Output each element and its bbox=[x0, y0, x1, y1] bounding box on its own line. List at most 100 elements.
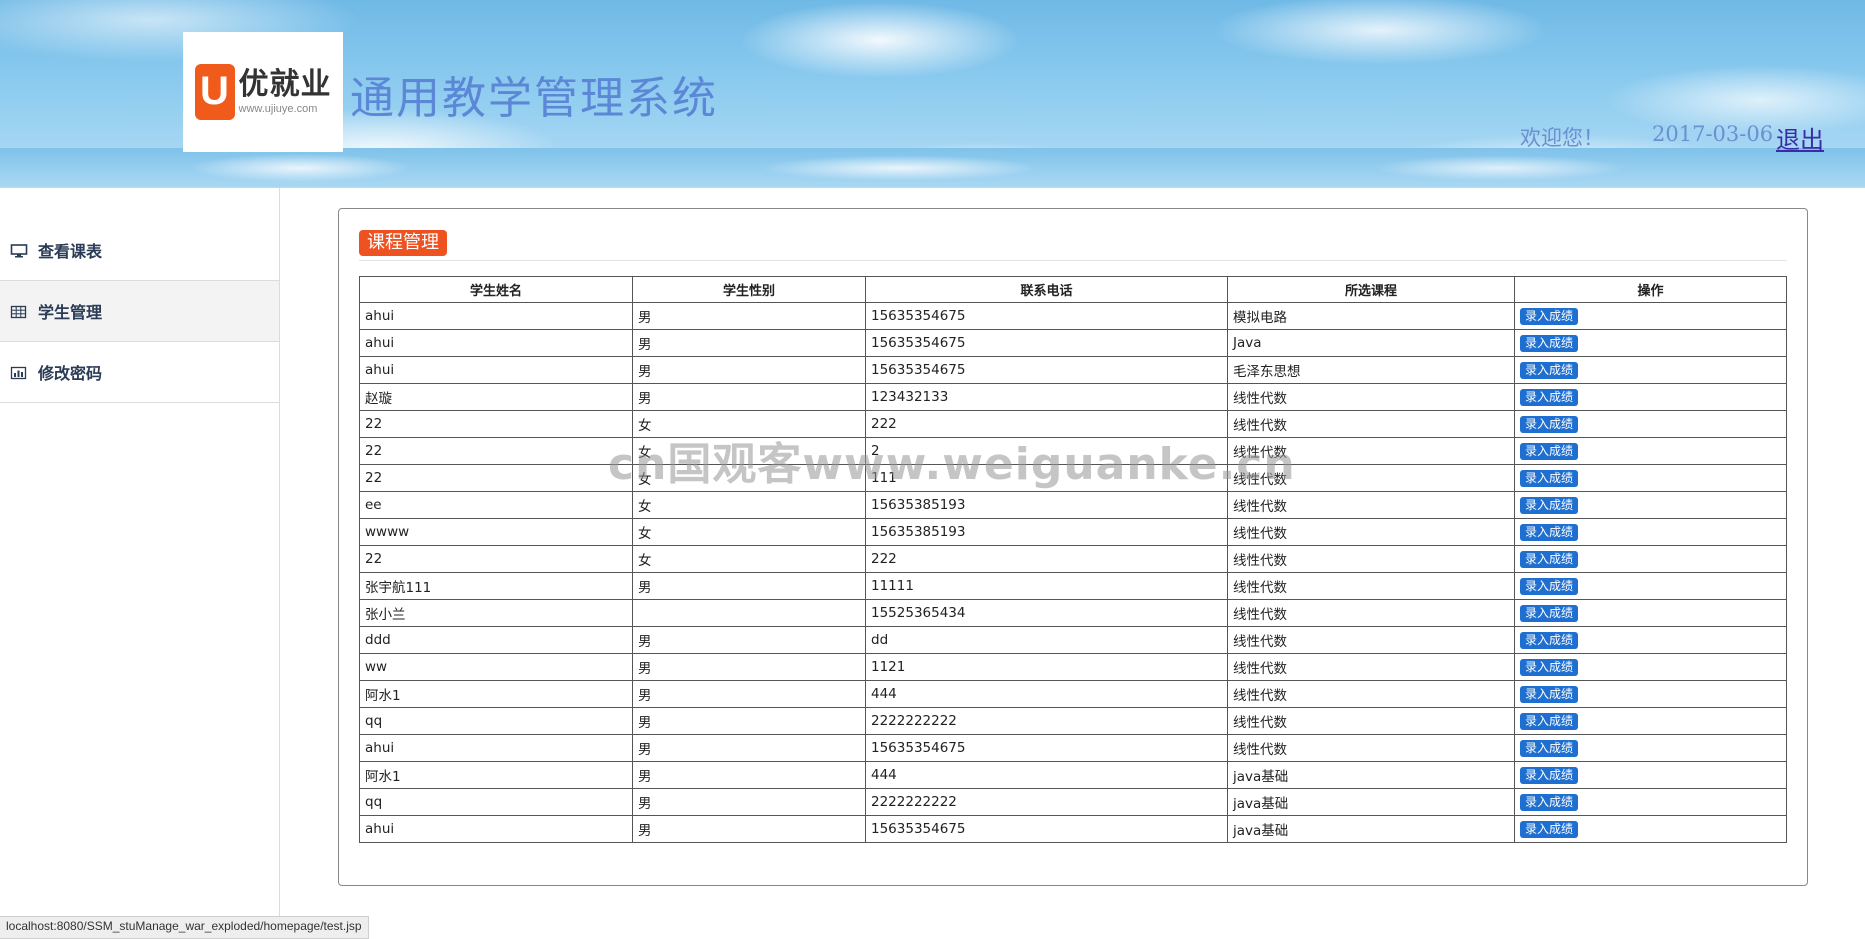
cell-phone: 2222222222 bbox=[865, 788, 1228, 816]
table-row: ee 女 15635385193 线性代数 录入成绩 bbox=[359, 491, 1787, 519]
cell-action: 录入成绩 bbox=[1514, 491, 1787, 519]
cell-name: 阿水1 bbox=[359, 761, 633, 789]
cell-phone: 222 bbox=[865, 410, 1228, 438]
enter-grade-button[interactable]: 录入成绩 bbox=[1520, 388, 1579, 406]
panel-title: 课程管理 bbox=[359, 230, 447, 256]
enter-grade-button[interactable]: 录入成绩 bbox=[1520, 469, 1579, 487]
cell-gender: 男 bbox=[632, 653, 866, 681]
sidebar-item-change-password[interactable]: 修改密码 bbox=[0, 342, 279, 403]
table-row: wwww 女 15635385193 线性代数 录入成绩 bbox=[359, 518, 1787, 546]
logout-link[interactable]: 退出 bbox=[1776, 120, 1824, 155]
cell-course: 线性代数 bbox=[1227, 680, 1515, 708]
table-row: 22 女 2 线性代数 录入成绩 bbox=[359, 437, 1787, 465]
cell-action: 录入成绩 bbox=[1514, 599, 1787, 627]
table-row: qq 男 2222222222 线性代数 录入成绩 bbox=[359, 707, 1787, 735]
cell-gender: 男 bbox=[632, 302, 866, 330]
cell-action: 录入成绩 bbox=[1514, 329, 1787, 357]
cell-action: 录入成绩 bbox=[1514, 356, 1787, 384]
cell-phone: 15635385193 bbox=[865, 518, 1228, 546]
cell-phone: 15635354675 bbox=[865, 815, 1228, 843]
table-row: ahui 男 15635354675 毛泽东思想 录入成绩 bbox=[359, 356, 1787, 384]
cell-course: 线性代数 bbox=[1227, 626, 1515, 654]
cell-phone: 444 bbox=[865, 680, 1228, 708]
cell-name: ww bbox=[359, 653, 633, 681]
enter-grade-button[interactable]: 录入成绩 bbox=[1520, 766, 1579, 784]
bar-chart-icon bbox=[10, 365, 28, 380]
cell-phone: 2222222222 bbox=[865, 707, 1228, 735]
enter-grade-button[interactable]: 录入成绩 bbox=[1520, 307, 1579, 325]
enter-grade-button[interactable]: 录入成绩 bbox=[1520, 442, 1579, 460]
enter-grade-button[interactable]: 录入成绩 bbox=[1520, 334, 1579, 352]
column-header-name: 学生姓名 bbox=[359, 276, 633, 303]
sidebar-item-view-schedule[interactable]: 查看课表 bbox=[0, 220, 279, 281]
cell-gender bbox=[632, 599, 866, 627]
enter-grade-button[interactable]: 录入成绩 bbox=[1520, 577, 1579, 595]
cell-phone: dd bbox=[865, 626, 1228, 654]
cell-gender: 男 bbox=[632, 572, 866, 600]
cell-action: 录入成绩 bbox=[1514, 464, 1787, 492]
grid-icon bbox=[10, 304, 28, 319]
cell-gender: 男 bbox=[632, 356, 866, 384]
table-row: 阿水1 男 444 java基础 录入成绩 bbox=[359, 761, 1787, 789]
cell-action: 录入成绩 bbox=[1514, 302, 1787, 330]
logo-brand: 优就业 bbox=[238, 67, 332, 102]
cell-gender: 女 bbox=[632, 518, 866, 546]
enter-grade-button[interactable]: 录入成绩 bbox=[1520, 793, 1579, 811]
logo: U 优就业 www.ujiuye.com bbox=[183, 32, 343, 152]
cell-phone: 15635385193 bbox=[865, 491, 1228, 519]
cell-gender: 男 bbox=[632, 626, 866, 654]
table-row: ahui 男 15635354675 Java 录入成绩 bbox=[359, 329, 1787, 357]
cell-name: ahui bbox=[359, 356, 633, 384]
cell-name: ahui bbox=[359, 329, 633, 357]
enter-grade-button[interactable]: 录入成绩 bbox=[1520, 820, 1579, 838]
cell-name: ee bbox=[359, 491, 633, 519]
divider bbox=[359, 260, 1787, 261]
cell-phone: 444 bbox=[865, 761, 1228, 789]
cell-name: 22 bbox=[359, 545, 633, 573]
cell-gender: 男 bbox=[632, 329, 866, 357]
cell-phone: 15635354675 bbox=[865, 734, 1228, 762]
enter-grade-button[interactable]: 录入成绩 bbox=[1520, 685, 1579, 703]
cell-course: 线性代数 bbox=[1227, 518, 1515, 546]
cell-gender: 男 bbox=[632, 761, 866, 789]
logo-text: 优就业 www.ujiuye.com bbox=[239, 68, 332, 116]
cell-action: 录入成绩 bbox=[1514, 653, 1787, 681]
cell-course: 线性代数 bbox=[1227, 437, 1515, 465]
cell-course: 线性代数 bbox=[1227, 383, 1515, 411]
cell-course: 线性代数 bbox=[1227, 707, 1515, 735]
enter-grade-button[interactable]: 录入成绩 bbox=[1520, 604, 1579, 622]
cell-gender: 男 bbox=[632, 707, 866, 735]
enter-grade-button[interactable]: 录入成绩 bbox=[1520, 631, 1579, 649]
enter-grade-button[interactable]: 录入成绩 bbox=[1520, 415, 1579, 433]
sidebar: 查看课表 学生管理 修改密码 bbox=[0, 188, 280, 937]
sidebar-item-student-management[interactable]: 学生管理 bbox=[0, 281, 279, 342]
table-row: 张小兰 15525365434 线性代数 录入成绩 bbox=[359, 599, 1787, 627]
table-row: ww 男 1121 线性代数 录入成绩 bbox=[359, 653, 1787, 681]
cell-action: 录入成绩 bbox=[1514, 680, 1787, 708]
cell-course: java基础 bbox=[1227, 761, 1515, 789]
cell-action: 录入成绩 bbox=[1514, 815, 1787, 843]
sidebar-item-label: 修改密码 bbox=[38, 364, 103, 383]
enter-grade-button[interactable]: 录入成绩 bbox=[1520, 361, 1579, 379]
header-banner: U 优就业 www.ujiuye.com 通用教学管理系统 欢迎您！ 2017-… bbox=[0, 0, 1865, 188]
app-title: 通用教学管理系统 bbox=[350, 73, 718, 124]
enter-grade-button[interactable]: 录入成绩 bbox=[1520, 523, 1579, 541]
cell-gender: 女 bbox=[632, 410, 866, 438]
cell-phone: 15635354675 bbox=[865, 302, 1228, 330]
cell-name: qq bbox=[359, 788, 633, 816]
cell-phone: 11111 bbox=[865, 572, 1228, 600]
cell-phone: 111 bbox=[865, 464, 1228, 492]
enter-grade-button[interactable]: 录入成绩 bbox=[1520, 550, 1579, 568]
enter-grade-button[interactable]: 录入成绩 bbox=[1520, 658, 1579, 676]
enter-grade-button[interactable]: 录入成绩 bbox=[1520, 496, 1579, 514]
table-row: qq 男 2222222222 java基础 录入成绩 bbox=[359, 788, 1787, 816]
cell-course: 线性代数 bbox=[1227, 491, 1515, 519]
table-row: 张宇航111 男 11111 线性代数 录入成绩 bbox=[359, 572, 1787, 600]
enter-grade-button[interactable]: 录入成绩 bbox=[1520, 712, 1579, 730]
monitor-icon bbox=[10, 243, 28, 258]
column-header-gender: 学生性别 bbox=[632, 276, 866, 303]
cell-gender: 女 bbox=[632, 437, 866, 465]
cell-phone: 1121 bbox=[865, 653, 1228, 681]
enter-grade-button[interactable]: 录入成绩 bbox=[1520, 739, 1579, 757]
logo-mark: U bbox=[194, 64, 235, 120]
